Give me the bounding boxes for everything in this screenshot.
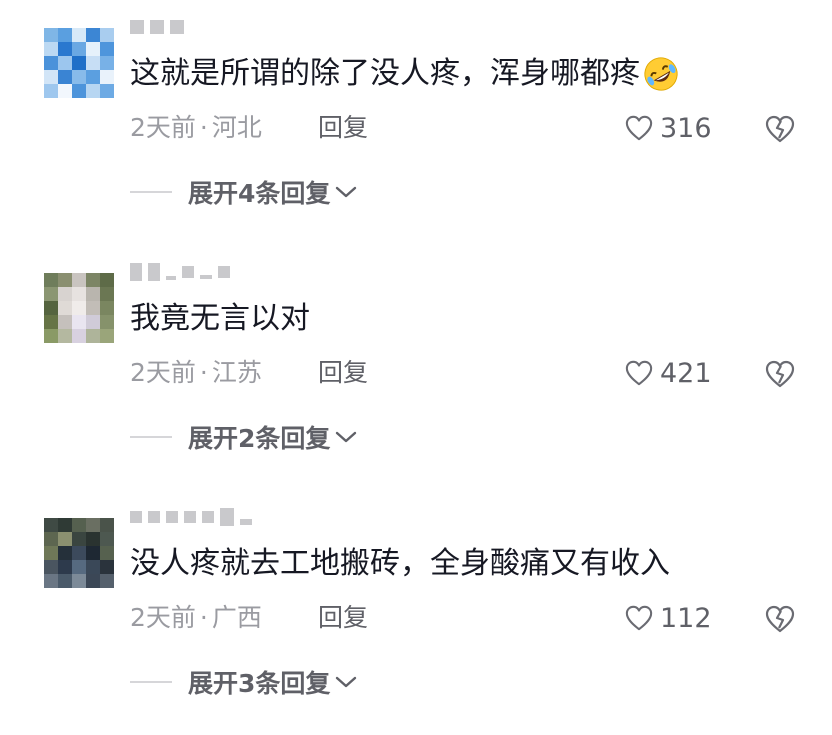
comment-location: 河北 <box>211 113 262 142</box>
comment-text: 我竟无言以对 <box>130 297 310 341</box>
comment-item: 我竟无言以对 2天前 · 江苏 回复 421 展开2条回复 <box>0 245 832 490</box>
comment-meta: 2天前 · 河北 <box>130 110 262 146</box>
expand-replies-button[interactable]: 展开4条回复 <box>130 172 358 212</box>
broken-heart-icon[interactable] <box>764 114 796 144</box>
username-redacted[interactable] <box>130 16 184 38</box>
expand-replies-button[interactable]: 展开2条回复 <box>130 417 358 457</box>
comment-item: 这就是所谓的除了没人疼，浑身哪都疼 2天前 · 河北 回复 316 展开4条回复 <box>0 0 832 245</box>
like-button[interactable]: 421 <box>624 355 712 391</box>
like-count: 316 <box>660 112 712 144</box>
divider-line <box>130 191 172 193</box>
heart-outline-icon <box>625 360 653 386</box>
comment-meta: 2天前 · 广西 <box>130 600 262 636</box>
like-button[interactable]: 112 <box>624 600 712 636</box>
expand-replies-label: 展开4条回复 <box>188 179 331 208</box>
avatar[interactable] <box>44 518 114 588</box>
like-button[interactable]: 316 <box>624 110 712 146</box>
expand-replies-label: 展开3条回复 <box>188 669 331 698</box>
meta-separator: · <box>199 603 208 632</box>
heart-outline-icon <box>625 605 653 631</box>
like-count: 421 <box>660 357 712 389</box>
avatar[interactable] <box>44 273 114 343</box>
reply-button[interactable]: 回复 <box>318 110 368 146</box>
comment-location: 江苏 <box>211 358 262 387</box>
comment-text-content: 没人疼就去工地搬砖，全身酸痛又有收入 <box>130 546 670 581</box>
comment-location: 广西 <box>211 603 262 632</box>
broken-heart-icon[interactable] <box>764 359 796 389</box>
comment-item: 没人疼就去工地搬砖，全身酸痛又有收入 2天前 · 广西 回复 112 展开3条回… <box>0 490 832 735</box>
divider-line <box>130 436 172 438</box>
meta-separator: · <box>199 358 208 387</box>
comment-time: 2天前 <box>130 358 196 387</box>
like-count: 112 <box>660 602 712 634</box>
comment-text-content: 这就是所谓的除了没人疼，浑身哪都疼 <box>130 56 640 91</box>
divider-line <box>130 681 172 683</box>
comment-text-content: 我竟无言以对 <box>130 301 310 336</box>
comment-time: 2天前 <box>130 603 196 632</box>
chevron-down-icon <box>336 431 357 443</box>
reply-button[interactable]: 回复 <box>318 355 368 391</box>
chevron-down-icon <box>336 186 357 198</box>
comment-text: 没人疼就去工地搬砖，全身酸痛又有收入 <box>130 542 670 586</box>
reply-button[interactable]: 回复 <box>318 600 368 636</box>
broken-heart-icon[interactable] <box>764 604 796 634</box>
username-redacted[interactable] <box>130 261 230 283</box>
meta-separator: · <box>199 113 208 142</box>
expand-replies-button[interactable]: 展开3条回复 <box>130 662 358 702</box>
username-redacted[interactable] <box>130 506 252 528</box>
avatar[interactable] <box>44 28 114 98</box>
expand-replies-label: 展开2条回复 <box>188 424 331 453</box>
heart-outline-icon <box>625 115 653 141</box>
rolling-on-floor-laughing-emoji <box>644 57 678 91</box>
comment-time: 2天前 <box>130 113 196 142</box>
comment-text: 这就是所谓的除了没人疼，浑身哪都疼 <box>130 52 680 96</box>
comment-meta: 2天前 · 江苏 <box>130 355 262 391</box>
chevron-down-icon <box>336 676 357 688</box>
